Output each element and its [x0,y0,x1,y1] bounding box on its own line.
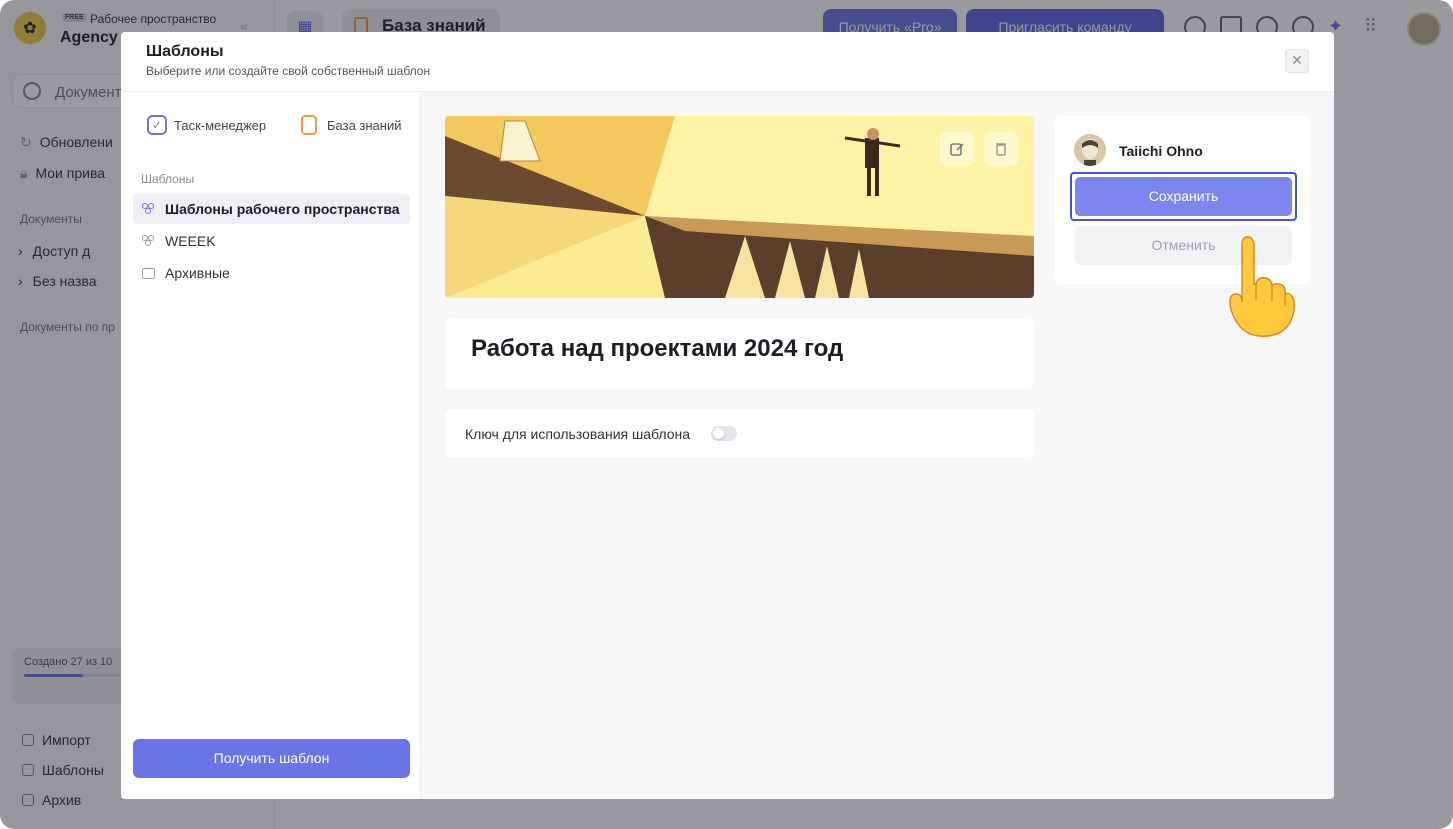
save-button-focus-ring: Сохранить [1070,172,1297,221]
tab-knowledge-base[interactable]: База знаний [301,114,402,136]
document-icon [301,115,317,135]
template-key-label: Ключ для использования шаблона [465,426,691,442]
author-name: Taiichi Ohno [1119,143,1203,159]
pencil-icon [950,143,964,156]
templates-nav: ✓ Таск-менеджер База знаний Шаблоны Шабл… [121,92,421,799]
users-icon [142,235,155,247]
modal-header: Шаблоны Выберите или создайте свой собст… [121,32,1334,92]
app-window: ✿ FREE Рабочее пространство Agency « Док… [0,0,1453,829]
templates-section-label: Шаблоны [141,172,195,186]
pointing-hand-icon [1229,236,1296,337]
modal-subtitle: Выберите или создайте свой собственный ш… [146,64,431,78]
templates-modal: Шаблоны Выберите или создайте свой собст… [121,32,1334,799]
edit-cover-button[interactable] [940,132,974,166]
template-title-card[interactable]: Работа над проектами 2024 год [445,319,1034,389]
close-icon[interactable]: × [1285,49,1309,73]
template-editor: Работа над проектами 2024 год Ключ для и… [421,92,1334,799]
delete-cover-button[interactable] [984,132,1018,166]
template-title[interactable]: Работа над проектами 2024 год [471,335,843,363]
archive-icon [142,267,155,279]
author-portrait-icon [1074,134,1106,166]
template-group-workspace[interactable]: Шаблоны рабочего пространства [133,194,410,224]
template-key-card: Ключ для использования шаблона [445,409,1034,457]
template-cover-image [445,116,1034,298]
checkbox-icon: ✓ [147,115,167,135]
users-icon [142,203,155,215]
toggle-knob [713,428,724,439]
trash-icon [996,143,1006,156]
tab-task-manager[interactable]: ✓ Таск-менеджер [147,114,266,136]
template-key-toggle[interactable] [711,426,737,441]
get-template-button[interactable]: Получить шаблон [133,739,410,778]
template-group-archived[interactable]: Архивные [133,258,410,288]
modal-title: Шаблоны [146,43,224,60]
author-avatar [1074,134,1106,166]
template-group-weeek[interactable]: WEEEK [133,226,410,256]
save-button[interactable]: Сохранить [1075,177,1292,216]
